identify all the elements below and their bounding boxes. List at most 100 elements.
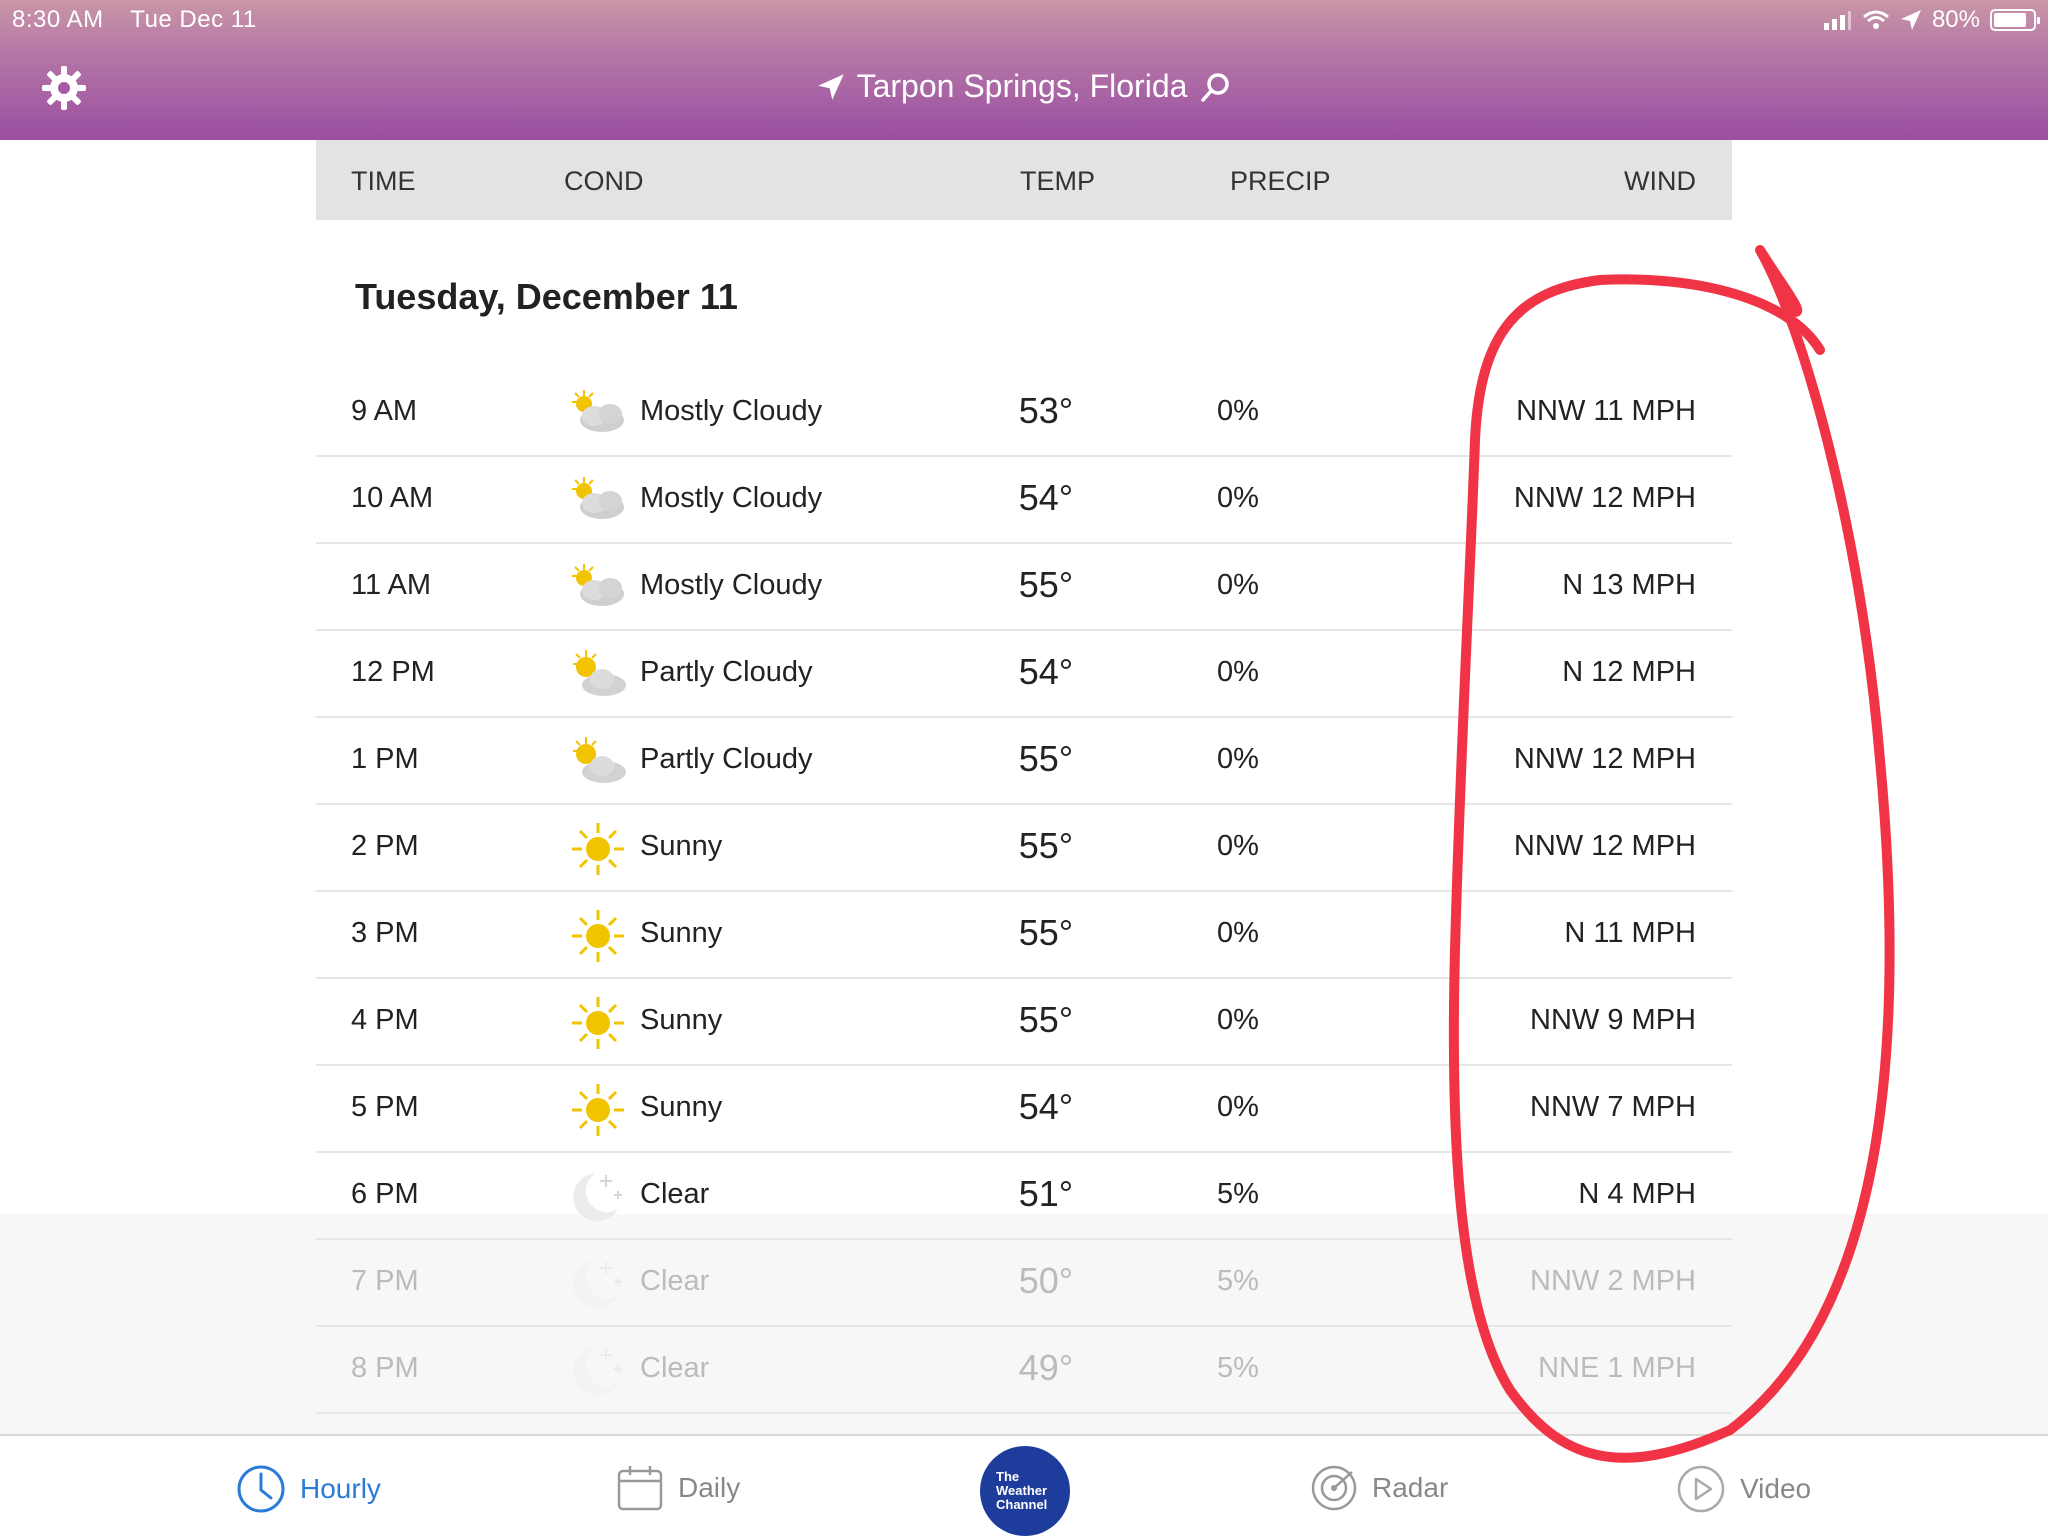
tab-radar-label: Radar: [1372, 1472, 1449, 1503]
column-header-cond: COND: [564, 166, 644, 196]
row-temperature: 49°: [1018, 1347, 1074, 1388]
row-time: 3 PM: [351, 917, 419, 949]
status-date: Tue Dec 11: [130, 6, 257, 33]
row-condition: Mostly Cloudy: [640, 482, 823, 514]
signal-icon: [1823, 11, 1851, 30]
calendar-icon: [617, 1466, 663, 1511]
row-temperature: 55°: [1018, 912, 1074, 953]
row-wind: NNW 11 MPH: [1516, 395, 1696, 427]
hourly-table: TIME COND TEMP PRECIP WIND Tuesday, Dece…: [316, 140, 1732, 1414]
row-wind: NNW 7 MPH: [1530, 1091, 1696, 1123]
sunny-icon: [566, 995, 630, 1051]
sunny-icon: [566, 908, 630, 964]
clear-night-icon: [566, 1343, 630, 1399]
tab-daily[interactable]: Daily: [616, 1464, 740, 1512]
row-condition: Mostly Cloudy: [640, 395, 823, 427]
status-bar-right: 80%: [1822, 6, 2040, 34]
row-condition: Partly Cloudy: [640, 743, 813, 775]
clock-icon: [237, 1465, 285, 1513]
row-precipitation: 0%: [1217, 743, 1259, 775]
table-row: 8 PM Clear 49° 5% NNE 1 MPH: [316, 1327, 1732, 1414]
table-row: 1 PM Partly Cloudy 55° 0% NNW 12 MPH: [316, 718, 1732, 805]
row-temperature: 55°: [1018, 738, 1074, 779]
row-wind: N 4 MPH: [1578, 1178, 1696, 1210]
table-row: 2 PM Sunny 55° 0% NNW 12 MPH: [316, 805, 1732, 892]
row-condition: Clear: [640, 1178, 710, 1210]
tab-video-label: Video: [1740, 1473, 1812, 1504]
location-arrow-icon: [1900, 10, 1921, 30]
sunny-icon: [566, 821, 630, 877]
row-precipitation: 5%: [1217, 1265, 1259, 1297]
mostly-cloudy-icon: [566, 386, 630, 442]
logo-line-2: Weather: [996, 1483, 1048, 1498]
row-condition: Clear: [640, 1265, 710, 1297]
row-wind: N 12 MPH: [1562, 656, 1696, 688]
table-row: 11 AM Mostly Cloudy 55° 0% N 13 MPH: [316, 544, 1732, 631]
tab-video[interactable]: Video: [1676, 1464, 1811, 1514]
bottom-tab-bar: Hourly Daily The Weather Channel Radar V…: [0, 1434, 2048, 1536]
row-time: 9 AM: [351, 395, 418, 427]
tab-hourly[interactable]: Hourly: [236, 1464, 381, 1514]
row-temperature: 50°: [1018, 1260, 1074, 1301]
row-precipitation: 0%: [1217, 482, 1259, 514]
top-header: 8:30 AM Tue Dec 11 80% Tarpon Springs, F…: [0, 0, 2048, 140]
status-time: 8:30 AM: [12, 6, 104, 33]
table-header: TIME COND TEMP PRECIP WIND: [316, 140, 1732, 220]
row-precipitation: 5%: [1217, 1352, 1259, 1384]
row-precipitation: 0%: [1217, 917, 1259, 949]
row-wind: NNE 1 MPH: [1538, 1352, 1696, 1384]
battery-percent: 80%: [1931, 6, 1980, 33]
row-time: 6 PM: [351, 1178, 419, 1210]
row-temperature: 53°: [1018, 390, 1074, 431]
search-icon[interactable]: [1199, 71, 1231, 103]
column-header-temp: TEMP: [1020, 166, 1096, 196]
clear-night-icon: [566, 1169, 630, 1225]
mostly-cloudy-icon: [566, 473, 630, 529]
row-time: 10 AM: [351, 482, 434, 514]
logo-line-3: Channel: [996, 1497, 1048, 1512]
row-temperature: 55°: [1018, 564, 1074, 605]
row-temperature: 54°: [1018, 651, 1074, 692]
weather-channel-logo[interactable]: The Weather Channel: [980, 1446, 1070, 1536]
sunny-icon: [566, 1082, 630, 1138]
row-precipitation: 0%: [1217, 569, 1259, 601]
row-precipitation: 5%: [1217, 1178, 1259, 1210]
location-name: Tarpon Springs, Florida: [856, 68, 1188, 104]
table-row: 7 PM Clear 50° 5% NNW 2 MPH: [316, 1240, 1732, 1327]
row-precipitation: 0%: [1217, 656, 1259, 688]
tab-daily-label: Daily: [678, 1472, 741, 1503]
row-wind: NNW 12 MPH: [1513, 482, 1696, 514]
row-wind: NNW 12 MPH: [1513, 743, 1696, 775]
row-condition: Mostly Cloudy: [640, 569, 823, 601]
table-row: 4 PM Sunny 55° 0% NNW 9 MPH: [316, 979, 1732, 1066]
status-bar-left: 8:30 AM Tue Dec 11: [12, 6, 277, 34]
row-wind: NNW 2 MPH: [1530, 1265, 1696, 1297]
row-time: 2 PM: [351, 830, 419, 862]
row-time: 7 PM: [351, 1265, 419, 1297]
row-temperature: 55°: [1018, 999, 1074, 1040]
row-precipitation: 0%: [1217, 1004, 1259, 1036]
row-temperature: 54°: [1018, 1086, 1074, 1127]
table-row: 12 PM Partly Cloudy 54° 0% N 12 MPH: [316, 631, 1732, 718]
row-precipitation: 0%: [1217, 395, 1259, 427]
battery-icon: [1990, 9, 2040, 31]
row-precipitation: 0%: [1217, 830, 1259, 862]
table-row: 3 PM Sunny 55° 0% N 11 MPH: [316, 892, 1732, 979]
partly-cloudy-icon: [566, 647, 630, 703]
row-time: 11 AM: [351, 569, 432, 601]
row-wind: NNW 12 MPH: [1513, 830, 1696, 862]
row-wind: N 11 MPH: [1564, 917, 1696, 949]
table-row: 5 PM Sunny 54° 0% NNW 7 MPH: [316, 1066, 1732, 1153]
table-row: 10 AM Mostly Cloudy 54° 0% NNW 12 MPH: [316, 457, 1732, 544]
tab-radar[interactable]: Radar: [1310, 1464, 1448, 1512]
row-condition: Sunny: [640, 917, 723, 949]
row-temperature: 55°: [1018, 825, 1074, 866]
mostly-cloudy-icon: [566, 560, 630, 616]
row-condition: Sunny: [640, 830, 723, 862]
row-time: 1 PM: [351, 743, 419, 775]
location-selector[interactable]: Tarpon Springs, Florida: [0, 68, 2048, 105]
row-condition: Sunny: [640, 1091, 723, 1123]
wifi-icon: [1862, 10, 1889, 29]
row-condition: Partly Cloudy: [640, 656, 813, 688]
row-temperature: 54°: [1018, 477, 1074, 518]
